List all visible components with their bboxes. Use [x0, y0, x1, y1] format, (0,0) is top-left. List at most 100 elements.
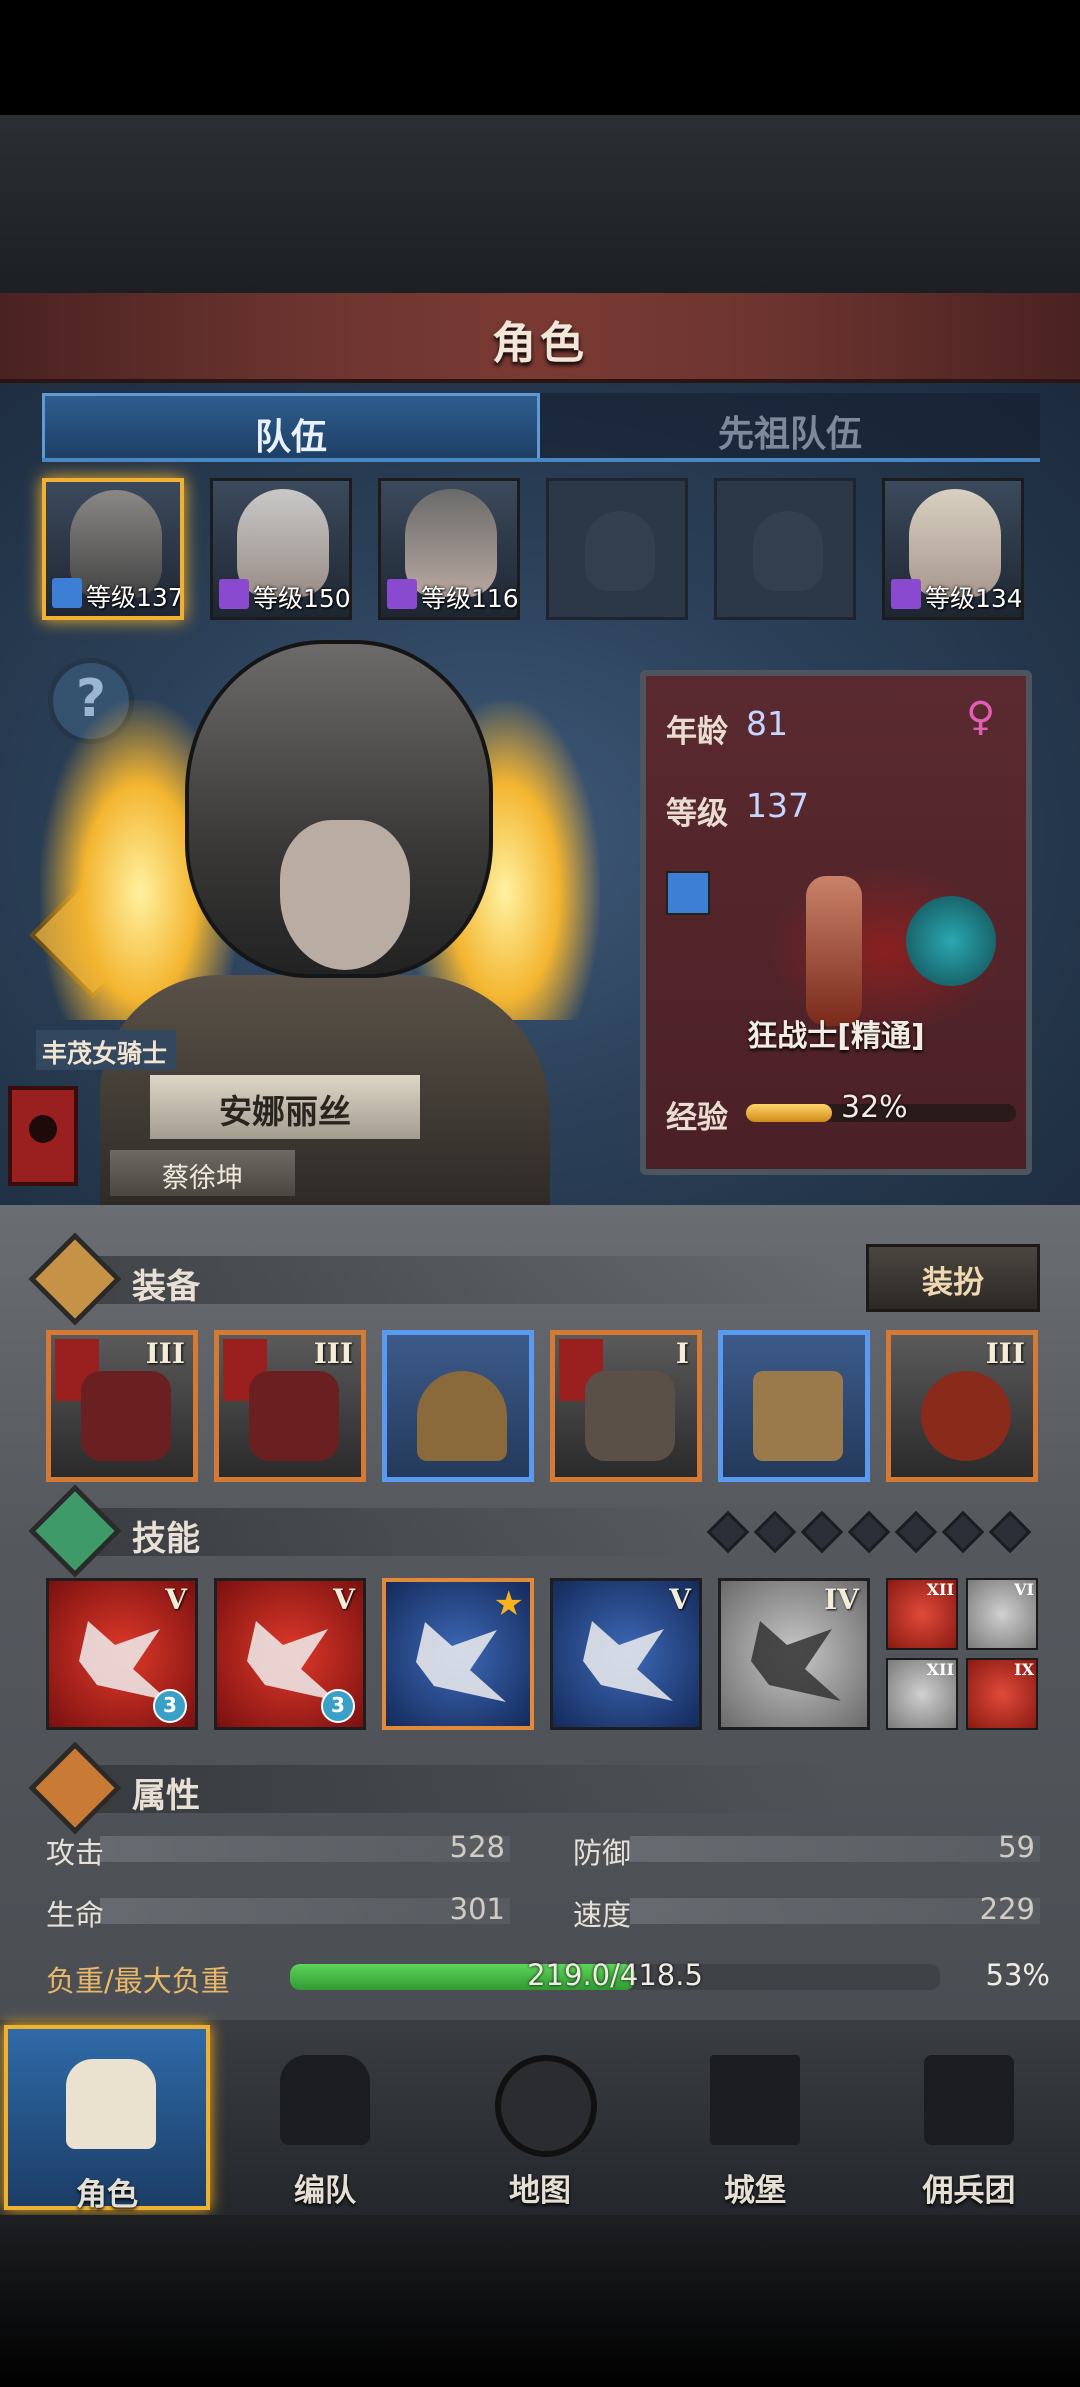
tier-label: III: [313, 1337, 353, 1370]
helmet-icon: [280, 2055, 370, 2145]
attributes-title: 属性: [132, 1776, 200, 1816]
equip-slot-3[interactable]: [382, 1330, 534, 1482]
sword-icon: [666, 871, 710, 915]
nav-castle[interactable]: 城堡: [652, 2025, 858, 2210]
sword-icon: [52, 578, 82, 608]
equip-slot-4[interactable]: I: [550, 1330, 702, 1482]
player-name: 蔡徐坤: [162, 1163, 243, 1194]
page-title: 角色: [492, 318, 588, 369]
tab-ancestor-label: 先祖队伍: [717, 414, 862, 455]
passive-slot-1[interactable]: XII: [886, 1578, 958, 1650]
team-slot-2[interactable]: 等级150: [210, 478, 352, 620]
tab-team[interactable]: 队伍: [42, 393, 540, 461]
tier-label: V: [333, 1583, 355, 1616]
exp-value: 32%: [841, 1090, 908, 1125]
info-card: 年龄 81 ♀ 等级 137 狂战士[精通] 经验 32%: [640, 670, 1032, 1175]
skill-slot-5[interactable]: IV: [718, 1578, 870, 1730]
empty-helmet-icon: [585, 511, 655, 591]
armor-icon: [81, 1371, 171, 1461]
load-percent: 53%: [985, 1958, 1050, 1992]
nav-map[interactable]: 地图: [437, 2025, 643, 2210]
attack-value: 528: [449, 1830, 505, 1864]
tier-label: IX: [1014, 1660, 1034, 1679]
equip-slot-6[interactable]: III: [886, 1330, 1038, 1482]
hero-name: 安娜丽丝: [219, 1092, 351, 1131]
passive-slot-3[interactable]: XII: [886, 1658, 958, 1730]
tier-label: XII: [926, 1580, 954, 1599]
hero-name-plate[interactable]: 安娜丽丝: [150, 1075, 420, 1139]
staff-icon: [891, 579, 921, 609]
tab-ancestor-team[interactable]: 先祖队伍: [540, 393, 1040, 461]
skill-slot-3[interactable]: ★: [382, 1578, 534, 1730]
tier-label: XII: [926, 1660, 954, 1679]
exp-label: 经验: [666, 1100, 728, 1136]
crystal-hand-icon: [751, 1621, 841, 1701]
status-bar-area: [0, 0, 1080, 115]
hero-title-banner: 丰茂女骑士: [36, 1030, 176, 1070]
charge-count: 3: [163, 1693, 177, 1717]
hp-label: 生命: [46, 1898, 105, 1932]
equip-slot-2[interactable]: III: [214, 1330, 366, 1482]
compass-icon: [495, 2055, 597, 2157]
level-label: 等级134: [925, 584, 1023, 613]
star-icon: ★: [493, 1584, 524, 1624]
skill-slot-4[interactable]: V: [550, 1578, 702, 1730]
helmet-icon: [417, 1371, 507, 1461]
level-label: 等级: [666, 796, 728, 832]
skill-slot-2[interactable]: V3: [214, 1578, 366, 1730]
passive-slot-2[interactable]: VI: [966, 1578, 1038, 1650]
team-slot-empty-5[interactable]: [714, 478, 856, 620]
whirl-skill-icon: [247, 1621, 337, 1701]
team-slot-6[interactable]: 等级134: [882, 478, 1024, 620]
charge-badge: 3: [321, 1689, 355, 1723]
charge-badge: 3: [153, 1689, 187, 1723]
nav-character[interactable]: 角色: [4, 2025, 210, 2213]
equip-slot-1[interactable]: III: [46, 1330, 198, 1482]
team-slot-empty-4[interactable]: [546, 478, 688, 620]
defense-value: 59: [998, 1830, 1035, 1864]
tier-label: I: [675, 1337, 689, 1370]
nav-label: 角色: [76, 2177, 138, 2213]
faction-flag-icon: [8, 1086, 78, 1186]
hp-value: 301: [449, 1892, 505, 1926]
staff-icon: [387, 579, 417, 609]
berserker-figure: [806, 876, 862, 1026]
tier-label: V: [669, 1583, 691, 1616]
claw-skill-icon: [416, 1622, 506, 1702]
nav-label: 编队: [294, 2173, 356, 2209]
amulet-icon: [921, 1371, 1011, 1461]
system-bar-area: [0, 2215, 1080, 2387]
crystal-strike-icon: [583, 1621, 673, 1701]
hero-title: 丰茂女骑士: [42, 1039, 168, 1068]
skills-title: 技能: [132, 1519, 200, 1559]
empty-helmet-icon: [753, 511, 823, 591]
player-name-plate: 蔡徐坤: [110, 1150, 295, 1196]
passive-slot-4[interactable]: IX: [966, 1658, 1038, 1730]
dress-up-button[interactable]: 装扮: [866, 1244, 1040, 1312]
banner-icon: [924, 2055, 1014, 2145]
nav-mercenary[interactable]: 佣兵团: [866, 2025, 1072, 2210]
nav-formation[interactable]: 编队: [222, 2025, 428, 2210]
nav-label: 佣兵团: [922, 2173, 1016, 2209]
female-icon: ♀: [966, 694, 996, 740]
skill-slot-1[interactable]: V3: [46, 1578, 198, 1730]
level-value: 137: [746, 786, 809, 825]
castle-icon: [710, 2055, 800, 2145]
equip-slot-5[interactable]: [718, 1330, 870, 1482]
load-value: 219.0/418.5: [527, 1958, 703, 1992]
boots-icon: [753, 1371, 843, 1461]
nav-label: 城堡: [724, 2173, 786, 2209]
tier-label: VI: [1014, 1580, 1034, 1599]
age-value: 81: [746, 704, 788, 743]
tab-team-label: 队伍: [254, 417, 327, 458]
level-label: 等级116: [421, 584, 519, 613]
attack-label: 攻击: [46, 1836, 105, 1870]
staff-icon: [219, 579, 249, 609]
charge-count: 3: [331, 1693, 345, 1717]
exp-bar-fill: [746, 1104, 833, 1122]
load-label: 负重/最大负重: [46, 1964, 230, 1998]
team-slot-1[interactable]: 等级137: [42, 478, 184, 620]
team-slot-3[interactable]: 等级116: [378, 478, 520, 620]
equipment-title: 装备: [132, 1267, 200, 1307]
cloak-icon: [585, 1371, 675, 1461]
